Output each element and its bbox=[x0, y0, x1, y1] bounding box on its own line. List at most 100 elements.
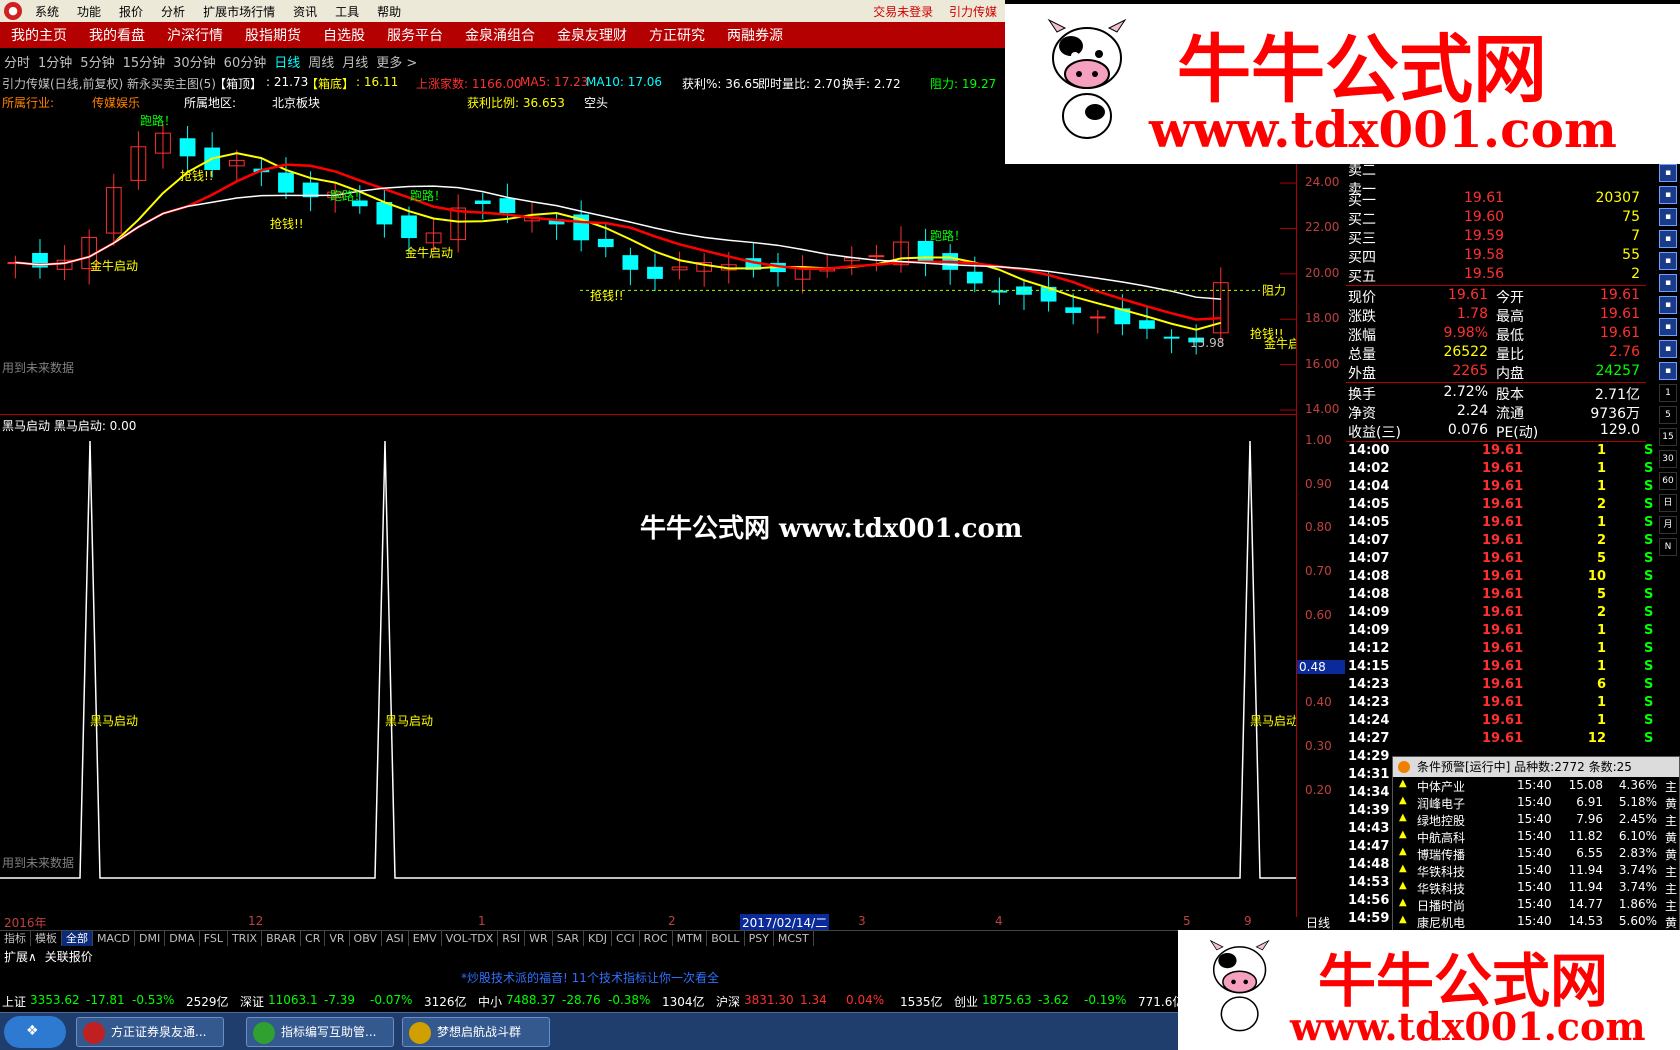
nav-watchlist[interactable]: 自选股 bbox=[312, 25, 376, 45]
toolbar-icon[interactable]: ▪ bbox=[1659, 252, 1677, 270]
alert-row[interactable]: ▲ 日播时尚 15:40 14.77 1.86% 主 bbox=[1393, 896, 1679, 913]
alert-row[interactable]: ▲ 中航高科 15:40 11.82 6.10% 黄 bbox=[1393, 828, 1679, 845]
indicator-tab[interactable]: TRIX bbox=[228, 931, 263, 946]
indicator-tab[interactable]: VOL-TDX bbox=[442, 931, 499, 946]
period-day[interactable]: 日线 bbox=[270, 52, 304, 71]
stat-row: 收益(三) 0.076 PE(动) 129.0 bbox=[1346, 422, 1646, 441]
period-1m[interactable]: 1分钟 bbox=[34, 52, 76, 71]
period-shortcut[interactable]: 15 bbox=[1659, 428, 1677, 446]
period-15m[interactable]: 15分钟 bbox=[119, 52, 170, 71]
indicator-tab[interactable]: 模板 bbox=[31, 931, 62, 946]
alert-row[interactable]: ▲ 绿地控股 15:40 7.96 2.45% 主 bbox=[1393, 811, 1679, 828]
toolbar-icon[interactable]: ▪ bbox=[1659, 186, 1677, 204]
indicator-tab[interactable]: PSY bbox=[745, 931, 774, 946]
nav-research[interactable]: 方正研究 bbox=[638, 25, 716, 45]
nav-futures[interactable]: 股指期货 bbox=[234, 25, 312, 45]
indicator-tab[interactable]: MACD bbox=[93, 931, 135, 946]
toolbar-icon[interactable]: ▪ bbox=[1659, 296, 1677, 314]
indicator-tab[interactable]: MCST bbox=[774, 931, 814, 946]
period-month[interactable]: 月线 bbox=[338, 52, 372, 71]
menu-ext-market[interactable]: 扩展市场行情 bbox=[194, 3, 284, 20]
menu-quote[interactable]: 报价 bbox=[110, 3, 152, 20]
notice-banner[interactable]: *炒股技术派的福音! 11个技术指标让你一次看全 bbox=[0, 968, 1180, 988]
indicator-tab[interactable]: BRAR bbox=[262, 931, 302, 946]
period-shortcut[interactable]: 5 bbox=[1659, 406, 1677, 424]
indicator-tab[interactable]: CR bbox=[301, 931, 326, 946]
candle-body bbox=[179, 138, 196, 157]
period-shortcut[interactable]: N bbox=[1659, 538, 1677, 556]
menu-news[interactable]: 资讯 bbox=[284, 3, 326, 20]
ad-banner-top[interactable]: 牛牛公式网 www.tdx001.com bbox=[1005, 4, 1680, 164]
indicator-tab[interactable]: VR bbox=[325, 931, 350, 946]
taskbar-item[interactable]: 指标编写互助管... bbox=[246, 1017, 394, 1047]
indicator-tab[interactable]: FSL bbox=[200, 931, 228, 946]
nav-hs-market[interactable]: 沪深行情 bbox=[156, 25, 234, 45]
indicator-tab[interactable]: MTM bbox=[673, 931, 708, 946]
indicator-tab[interactable]: ASI bbox=[382, 931, 409, 946]
period-shortcut[interactable]: 日 bbox=[1659, 494, 1677, 512]
indicator-tab[interactable]: CCI bbox=[612, 931, 640, 946]
indicator-tab[interactable]: BOLL bbox=[707, 931, 745, 946]
toolbar-icon[interactable]: ▪ bbox=[1659, 164, 1677, 182]
indicator-tab[interactable]: DMI bbox=[135, 931, 166, 946]
toolbar-icon[interactable]: ▪ bbox=[1659, 318, 1677, 336]
menu-system[interactable]: 系统 bbox=[26, 3, 68, 20]
toolbar-icon[interactable]: ▪ bbox=[1659, 274, 1677, 292]
alert-row[interactable]: ▲ 华铁科技 15:40 11.94 3.74% 主 bbox=[1393, 879, 1679, 896]
taskbar-item[interactable]: 方正证券泉友通... bbox=[76, 1017, 224, 1047]
trade-volume: 1 bbox=[1596, 515, 1606, 530]
indicator-tab[interactable]: WR bbox=[525, 931, 553, 946]
indicator-tab[interactable]: OBV bbox=[350, 931, 382, 946]
ad-banner-bottom[interactable]: 牛牛公式网 www.tdx001.com bbox=[1178, 930, 1680, 1050]
period-shortcut[interactable]: 1 bbox=[1659, 384, 1677, 402]
start-button[interactable]: ❖ bbox=[4, 1016, 66, 1048]
indicator-tab[interactable]: 全部 bbox=[62, 931, 93, 946]
indicator-tab[interactable]: SAR bbox=[553, 931, 585, 946]
expand-tab[interactable]: 扩展∧ bbox=[0, 948, 41, 966]
nav-margin[interactable]: 两融券源 bbox=[716, 25, 794, 45]
indicator-tab[interactable]: ROC bbox=[640, 931, 673, 946]
period-more[interactable]: 更多 > bbox=[372, 52, 421, 71]
nav-home[interactable]: 我的主页 bbox=[0, 25, 78, 45]
period-tick[interactable]: 分时 bbox=[0, 52, 34, 71]
period-shortcut[interactable]: 60 bbox=[1659, 472, 1677, 490]
menu-help[interactable]: 帮助 bbox=[368, 3, 410, 20]
indicator-tab[interactable]: EMV bbox=[409, 931, 442, 946]
alert-row[interactable]: ▲ 博瑞传播 15:40 6.55 2.83% 黄 bbox=[1393, 845, 1679, 862]
indicator-tab[interactable]: RSI bbox=[498, 931, 526, 946]
toolbar-icon[interactable]: ▪ bbox=[1659, 230, 1677, 248]
period-week[interactable]: 周线 bbox=[304, 52, 338, 71]
alert-stock-name: 绿地控股 bbox=[1417, 814, 1466, 828]
alert-price: 6.91 bbox=[1576, 795, 1603, 809]
nav-service[interactable]: 服务平台 bbox=[376, 25, 454, 45]
alert-header[interactable]: 条件预警[运行中] 品种数:2772 条数:25 bbox=[1393, 757, 1679, 777]
alert-row[interactable]: ▲ 润峰电子 15:40 6.91 5.18% 黄 bbox=[1393, 794, 1679, 811]
nav-my-board[interactable]: 我的看盘 bbox=[78, 25, 156, 45]
period-60m[interactable]: 60分钟 bbox=[220, 52, 271, 71]
indicator-tab[interactable]: DMA bbox=[165, 931, 200, 946]
period-30m[interactable]: 30分钟 bbox=[169, 52, 220, 71]
nav-finance[interactable]: 金泉友理财 bbox=[546, 25, 638, 45]
current-stock-link[interactable]: 引力传媒 bbox=[949, 5, 997, 19]
stat-label: PE(动) bbox=[1496, 425, 1539, 441]
index-pct: -0.53% bbox=[132, 993, 175, 1007]
alert-row[interactable]: ▲ 康尼机电 15:40 14.53 5.60% 黄 bbox=[1393, 913, 1679, 930]
taskbar-item[interactable]: 梦想启航战斗群 bbox=[402, 1017, 550, 1047]
alert-row[interactable]: ▲ 华铁科技 15:40 11.94 3.74% 主 bbox=[1393, 862, 1679, 879]
menu-function[interactable]: 功能 bbox=[68, 3, 110, 20]
related-quote-tab[interactable]: 关联报价 bbox=[41, 948, 97, 966]
trade-login-status[interactable]: 交易未登录 bbox=[873, 5, 933, 19]
indicator-tab[interactable]: KDJ bbox=[584, 931, 612, 946]
toolbar-icon[interactable]: ▪ bbox=[1659, 340, 1677, 358]
menu-analysis[interactable]: 分析 bbox=[152, 3, 194, 20]
period-shortcut[interactable]: 月 bbox=[1659, 516, 1677, 534]
indicator-tab[interactable]: 指标 bbox=[0, 931, 31, 946]
indicator-chart[interactable]: 黑马启动 黑马启动: 0.00 黑马启动 黑马启动 黑马启动用到未来数据 bbox=[0, 416, 1296, 903]
period-5m[interactable]: 5分钟 bbox=[76, 52, 118, 71]
toolbar-icon[interactable]: ▪ bbox=[1659, 208, 1677, 226]
menu-tools[interactable]: 工具 bbox=[326, 3, 368, 20]
alert-row[interactable]: ▲ 中体产业 15:40 15.08 4.36% 主 bbox=[1393, 777, 1679, 794]
period-shortcut[interactable]: 30 bbox=[1659, 450, 1677, 468]
nav-portfolio[interactable]: 金泉涌组合 bbox=[454, 25, 546, 45]
toolbar-icon[interactable]: ▪ bbox=[1659, 362, 1677, 380]
